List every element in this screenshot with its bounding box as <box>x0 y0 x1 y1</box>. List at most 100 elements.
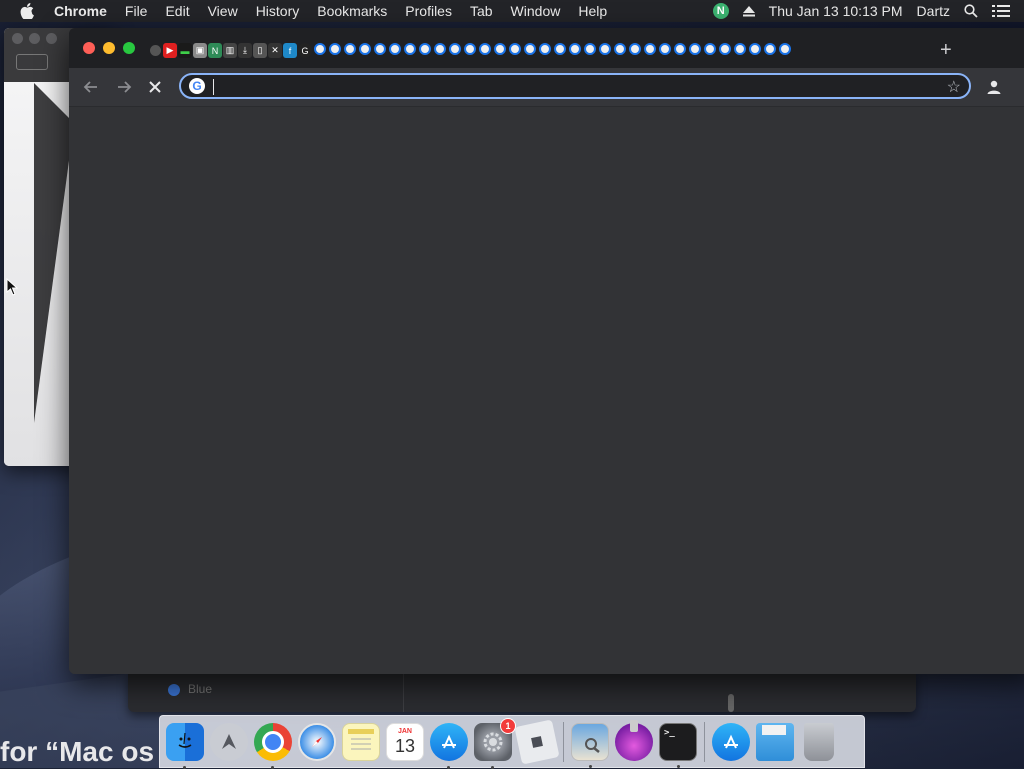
tab-car-icon[interactable]: ▣ <box>193 43 207 58</box>
clock[interactable]: Thu Jan 13 10:13 PM <box>769 3 903 19</box>
tab-favicon-chromium-icon[interactable] <box>389 43 401 55</box>
wallpaper-preview-shape <box>34 83 74 423</box>
menu-profiles[interactable]: Profiles <box>405 3 452 19</box>
scrollbar[interactable] <box>728 694 734 712</box>
background-window-bottom[interactable]: Blue <box>128 672 916 712</box>
chrome-icon[interactable] <box>254 723 292 769</box>
tab-strip[interactable]: ▶ ▬ ▣ N ▥ ⤓ ▯ ✕ f G + <box>69 28 1024 68</box>
menu-app-name[interactable]: Chrome <box>54 3 107 19</box>
minimize-window-button[interactable] <box>103 42 115 54</box>
calendar-icon[interactable]: JAN 13 <box>386 723 424 761</box>
menu-bookmarks[interactable]: Bookmarks <box>317 3 387 19</box>
tab-favicon-chromium-icon[interactable] <box>704 43 716 55</box>
tab-favicon-chromium-icon[interactable] <box>734 43 746 55</box>
tab-favicon-chromium-icon[interactable] <box>419 43 431 55</box>
tab-favicon-chromium-icon[interactable] <box>464 43 476 55</box>
menu-help[interactable]: Help <box>578 3 607 19</box>
google-icon: G <box>189 78 205 94</box>
tab-favicon-chromium-icon[interactable] <box>359 43 371 55</box>
menu-window[interactable]: Window <box>511 3 561 19</box>
forward-button[interactable] <box>114 77 134 97</box>
tab-favicon-chromium-icon[interactable] <box>479 43 491 55</box>
blue-tag-label[interactable]: Blue <box>188 682 212 696</box>
tab-x-icon[interactable]: ✕ <box>268 43 282 58</box>
tab-favicon-chromium-icon[interactable] <box>314 43 326 55</box>
menu-edit[interactable]: Edit <box>165 3 189 19</box>
address-bar[interactable]: G ☆ <box>179 73 971 99</box>
tab-favicon-1[interactable] <box>150 45 161 56</box>
safari-icon[interactable] <box>298 723 336 761</box>
text-cursor <box>213 79 214 95</box>
eject-icon[interactable] <box>742 5 755 17</box>
chrome-window[interactable]: ▶ ▬ ▣ N ▥ ⤓ ▯ ✕ f G + G ☆ <box>69 28 1024 674</box>
page-content[interactable] <box>69 107 1024 674</box>
tab-favicon-chromium-icon[interactable] <box>494 43 506 55</box>
stop-loading-button[interactable] <box>145 77 165 97</box>
tab-favicon-chromium-icon[interactable] <box>689 43 701 55</box>
menu-history[interactable]: History <box>256 3 300 19</box>
tab-download-icon[interactable]: ⤓ <box>238 43 252 58</box>
menu-file[interactable]: File <box>125 3 148 19</box>
user-menu[interactable]: Dartz <box>917 3 950 19</box>
tab-favicons[interactable]: ▶ ▬ ▣ N ▥ ⤓ ▯ ✕ f G <box>149 43 792 59</box>
tab-favicon-chromium-icon[interactable] <box>614 43 626 55</box>
close-window-button[interactable] <box>83 42 95 54</box>
back-button[interactable] <box>81 77 101 97</box>
tab-favicon-chromium-icon[interactable] <box>509 43 521 55</box>
trash-icon[interactable] <box>804 723 834 761</box>
app-store-folder-icon[interactable] <box>712 723 750 761</box>
tab-f-icon[interactable]: f <box>283 43 297 58</box>
address-input[interactable] <box>211 77 935 97</box>
tab-favicon-chromium-icon[interactable] <box>674 43 686 55</box>
new-tab-button[interactable]: + <box>940 39 952 62</box>
zoom-window-button[interactable] <box>123 42 135 54</box>
tab-favicon-chromium-icon[interactable] <box>599 43 611 55</box>
tab-favicon-chromium-icon[interactable] <box>524 43 536 55</box>
tab-favicon-chromium-icon[interactable] <box>374 43 386 55</box>
browser-toolbar: G ☆ <box>69 68 1024 107</box>
menu-tab[interactable]: Tab <box>470 3 493 19</box>
tab-doc-icon[interactable]: ▯ <box>253 43 267 58</box>
launchpad-icon[interactable] <box>210 723 248 761</box>
tab-g-icon[interactable]: G <box>298 43 312 58</box>
tab-favicon-chromium-icon[interactable] <box>719 43 731 55</box>
tab-favicon-chromium-icon[interactable] <box>554 43 566 55</box>
tab-favicon-chromium-icon[interactable] <box>344 43 356 55</box>
roblox-icon[interactable] <box>514 719 560 765</box>
tab-favicon-chromium-icon[interactable] <box>584 43 596 55</box>
control-center-icon[interactable] <box>992 4 1010 18</box>
tab-favicon-chromium-icon[interactable] <box>749 43 761 55</box>
tab-flag-icon[interactable]: ▬ <box>178 43 192 58</box>
tab-favicon-chromium-icon[interactable] <box>329 43 341 55</box>
tab-favicon-chromium-icon[interactable] <box>449 43 461 55</box>
tab-favicon-chromium-icon[interactable] <box>764 43 776 55</box>
tab-favicon-chromium-icon[interactable] <box>629 43 641 55</box>
tab-youtube-icon[interactable]: ▶ <box>163 43 177 58</box>
forward-arrow-icon <box>118 81 132 93</box>
finder-icon[interactable] <box>166 723 204 769</box>
preview-icon[interactable] <box>571 723 609 768</box>
spotlight-icon[interactable] <box>964 4 978 18</box>
app-store-icon[interactable] <box>430 723 468 769</box>
sidebar-toggle-icon[interactable] <box>16 54 48 70</box>
apple-menu-icon[interactable] <box>20 3 40 19</box>
tab-favicon-chromium-icon[interactable] <box>434 43 446 55</box>
tab-favicon-chromium-icon[interactable] <box>539 43 551 55</box>
tab-favicon-chromium-icon[interactable] <box>569 43 581 55</box>
tab-favicon-chromium-icon[interactable] <box>644 43 656 55</box>
tab-n-icon[interactable]: N <box>208 43 222 58</box>
system-preferences-icon[interactable]: 1 <box>474 718 516 769</box>
notes-icon[interactable] <box>342 723 380 761</box>
potion-app-icon[interactable] <box>615 720 653 761</box>
status-n-icon[interactable]: N <box>712 3 729 19</box>
documents-folder-icon[interactable] <box>756 723 794 761</box>
profile-avatar-button[interactable] <box>983 76 1005 98</box>
background-heading-text: for “Mac os <box>0 736 155 767</box>
tab-favicon-chromium-icon[interactable] <box>659 43 671 55</box>
tab-trash-icon[interactable]: ▥ <box>223 43 237 58</box>
menu-view[interactable]: View <box>208 3 238 19</box>
terminal-icon[interactable]: >_ <box>659 723 697 768</box>
tab-favicon-chromium-icon[interactable] <box>404 43 416 55</box>
bookmark-star-icon[interactable]: ☆ <box>947 77 961 97</box>
tab-favicon-chromium-icon[interactable] <box>779 43 791 55</box>
